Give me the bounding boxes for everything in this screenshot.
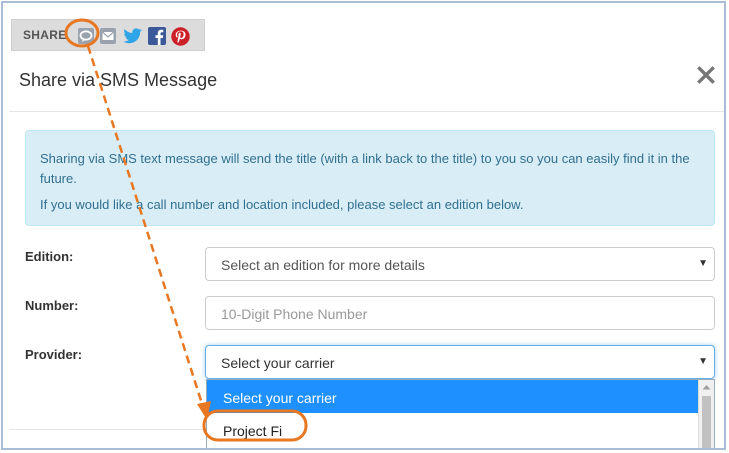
- modal-title: Share via SMS Message: [19, 70, 218, 90]
- select-caret-icon: ▼: [698, 356, 708, 367]
- share-label: SHARE: [23, 28, 67, 42]
- email-icon[interactable]: [98, 26, 118, 46]
- select-caret-icon: ▼: [698, 258, 708, 269]
- facebook-icon[interactable]: [147, 26, 167, 46]
- close-icon[interactable]: [694, 63, 718, 87]
- pinterest-icon[interactable]: [170, 26, 190, 46]
- phone-number-placeholder: 10-Digit Phone Number: [221, 306, 368, 322]
- scrollbar-thumb[interactable]: [702, 396, 711, 448]
- twitter-icon[interactable]: [123, 26, 143, 46]
- provider-dropdown-list: Select your carrier Project Fi: [206, 379, 715, 448]
- edition-label: Edition:: [25, 249, 74, 264]
- modal-header: Share via SMS Message: [9, 53, 724, 112]
- sms-icon[interactable]: [76, 26, 96, 46]
- dropdown-option-project-fi[interactable]: Project Fi: [207, 413, 699, 446]
- provider-select-value: Select your carrier: [221, 355, 335, 371]
- edition-select-value: Select an edition for more details: [221, 257, 425, 273]
- info-text-1: Sharing via SMS text message will send t…: [40, 151, 690, 186]
- dropdown-option-select-carrier[interactable]: Select your carrier: [207, 380, 699, 413]
- info-alert: Sharing via SMS text message will send t…: [25, 130, 715, 226]
- share-bar: SHARE: [11, 19, 205, 51]
- edition-select[interactable]: Select an edition for more details ▼: [205, 247, 715, 281]
- dropdown-scrollbar[interactable]: [698, 380, 714, 448]
- scroll-up-arrow-icon[interactable]: [702, 384, 711, 390]
- number-label: Number:: [25, 298, 79, 313]
- provider-select[interactable]: Select your carrier ▼: [205, 345, 715, 379]
- share-dialog-frame: SHARE Share via SMS Message Sharing via …: [1, 1, 726, 450]
- phone-number-input[interactable]: 10-Digit Phone Number: [205, 296, 715, 330]
- provider-label: Provider:: [25, 347, 83, 362]
- modal-footer-divider: [9, 429, 207, 430]
- info-text-2: If you would like a call number and loca…: [40, 197, 524, 212]
